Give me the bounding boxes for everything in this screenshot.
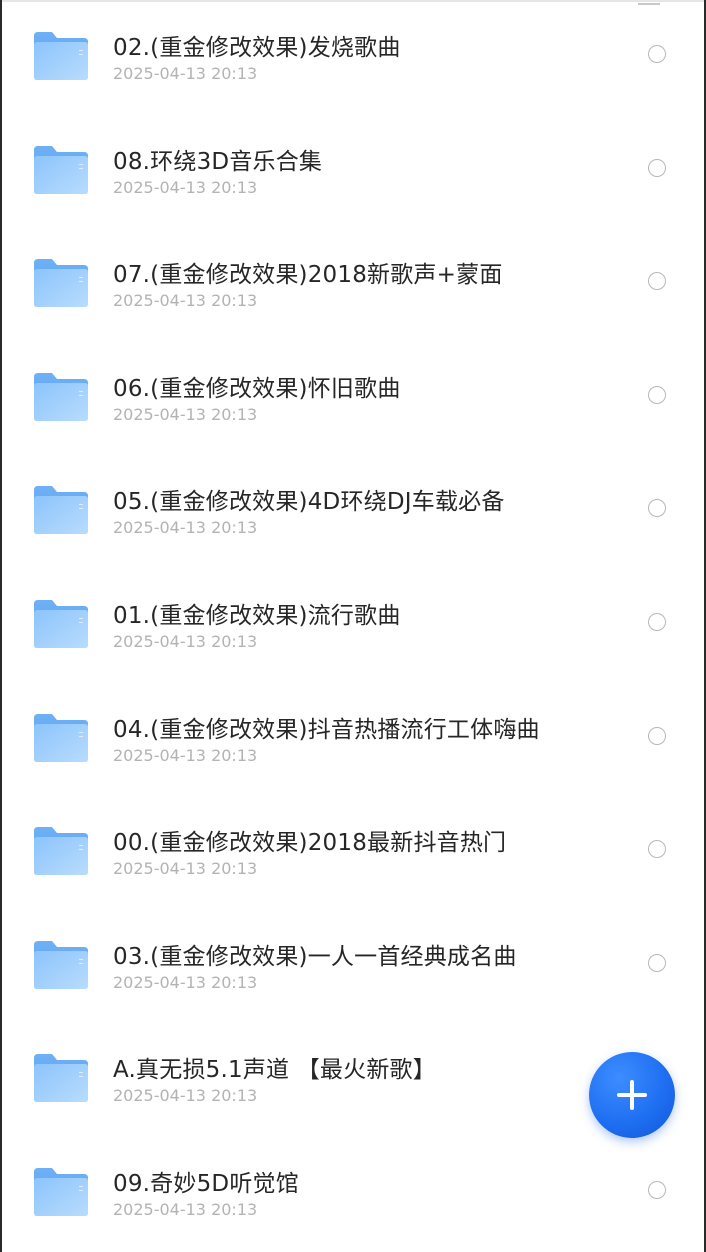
file-name: 09.奇妙5D听觉馆 <box>113 1171 299 1197</box>
file-date: 2025-04-13 20:13 <box>113 518 258 538</box>
select-radio-icon[interactable] <box>648 953 666 972</box>
file-list-item[interactable]: 03.(重金修改效果)一人一首经典成名曲 2025-04-13 20:13 <box>2 909 704 1022</box>
file-date: 2025-04-13 20:13 <box>113 745 258 765</box>
file-name: 02.(重金修改效果)发烧歌曲 <box>113 35 401 61</box>
file-date: 2025-04-13 20:13 <box>113 632 258 651</box>
select-radio-icon[interactable] <box>648 158 666 177</box>
select-radio-icon[interactable] <box>648 499 666 518</box>
folder-icon <box>34 1168 88 1216</box>
file-date: 2025-04-13 20:13 <box>113 1086 258 1106</box>
folder-icon <box>34 32 88 80</box>
file-name: 00.(重金修改效果)2018最新抖音热门 <box>113 830 507 857</box>
file-list-item[interactable]: 00.(重金修改效果)2018最新抖音热门 2025-04-13 20:13 <box>2 795 704 908</box>
select-radio-icon[interactable] <box>648 613 666 631</box>
file-name: 07.(重金修改效果)2018新歌声+蒙面 <box>113 262 503 289</box>
file-name: A.真无损5.1声道 【最火新歌】 <box>113 1057 436 1084</box>
file-name: 08.环绕3D音乐合集 <box>113 148 323 175</box>
select-radio-icon[interactable] <box>648 45 666 63</box>
folder-icon <box>34 940 88 989</box>
select-radio-icon[interactable] <box>648 840 666 859</box>
folder-icon <box>34 827 88 876</box>
file-date: 2025-04-13 20:13 <box>113 291 258 311</box>
file-browser-screen: 02.(重金修改效果)发烧歌曲 2025-04-13 20:13 08.环绕3D… <box>0 0 706 1252</box>
file-date: 2025-04-13 20:13 <box>113 177 258 197</box>
file-name: 01.(重金修改效果)流行歌曲 <box>113 603 401 629</box>
file-date: 2025-04-13 20:13 <box>113 64 258 83</box>
file-name: 06.(重金修改效果)怀旧歌曲 <box>113 375 401 402</box>
file-name: 03.(重金修改效果)一人一首经典成名曲 <box>113 943 517 970</box>
file-list-item[interactable]: 06.(重金修改效果)怀旧歌曲 2025-04-13 20:13 <box>2 341 704 454</box>
select-radio-icon[interactable] <box>648 1181 666 1199</box>
select-radio-icon[interactable] <box>648 272 666 291</box>
file-name: 04.(重金修改效果)抖音热播流行工体嗨曲 <box>113 716 540 743</box>
folder-icon <box>34 600 88 648</box>
folder-icon <box>34 145 88 194</box>
file-list-item[interactable]: 04.(重金修改效果)抖音热播流行工体嗨曲 2025-04-13 20:13 <box>2 682 704 795</box>
file-date: 2025-04-13 20:13 <box>113 404 258 424</box>
folder-icon <box>34 259 88 308</box>
plus-icon <box>617 1080 647 1110</box>
select-radio-icon[interactable] <box>648 385 666 404</box>
file-list-item[interactable]: 05.(重金修改效果)4D环绕DJ车载必备 2025-04-13 20:13 <box>2 454 704 567</box>
select-radio-icon[interactable] <box>648 726 666 745</box>
file-name: 05.(重金修改效果)4D环绕DJ车载必备 <box>113 489 505 516</box>
file-list-item[interactable]: 09.奇妙5D听觉馆 2025-04-13 20:13 <box>2 1136 704 1249</box>
folder-icon <box>34 372 88 421</box>
file-list-item[interactable]: 01.(重金修改效果)流行歌曲 2025-04-13 20:13 <box>2 568 704 681</box>
file-list-item[interactable]: 07.(重金修改效果)2018新歌声+蒙面 2025-04-13 20:13 <box>2 227 704 340</box>
file-list-item[interactable]: 02.(重金修改效果)发烧歌曲 2025-04-13 20:13 <box>2 0 704 113</box>
file-date: 2025-04-13 20:13 <box>113 972 258 992</box>
add-button[interactable] <box>589 1052 675 1138</box>
file-date: 2025-04-13 20:13 <box>113 1200 258 1219</box>
file-date: 2025-04-13 20:13 <box>113 859 258 879</box>
folder-icon <box>34 486 88 535</box>
file-list-item[interactable]: 08.环绕3D音乐合集 2025-04-13 20:13 <box>2 114 704 227</box>
folder-icon <box>34 713 88 762</box>
folder-icon <box>34 1054 88 1103</box>
